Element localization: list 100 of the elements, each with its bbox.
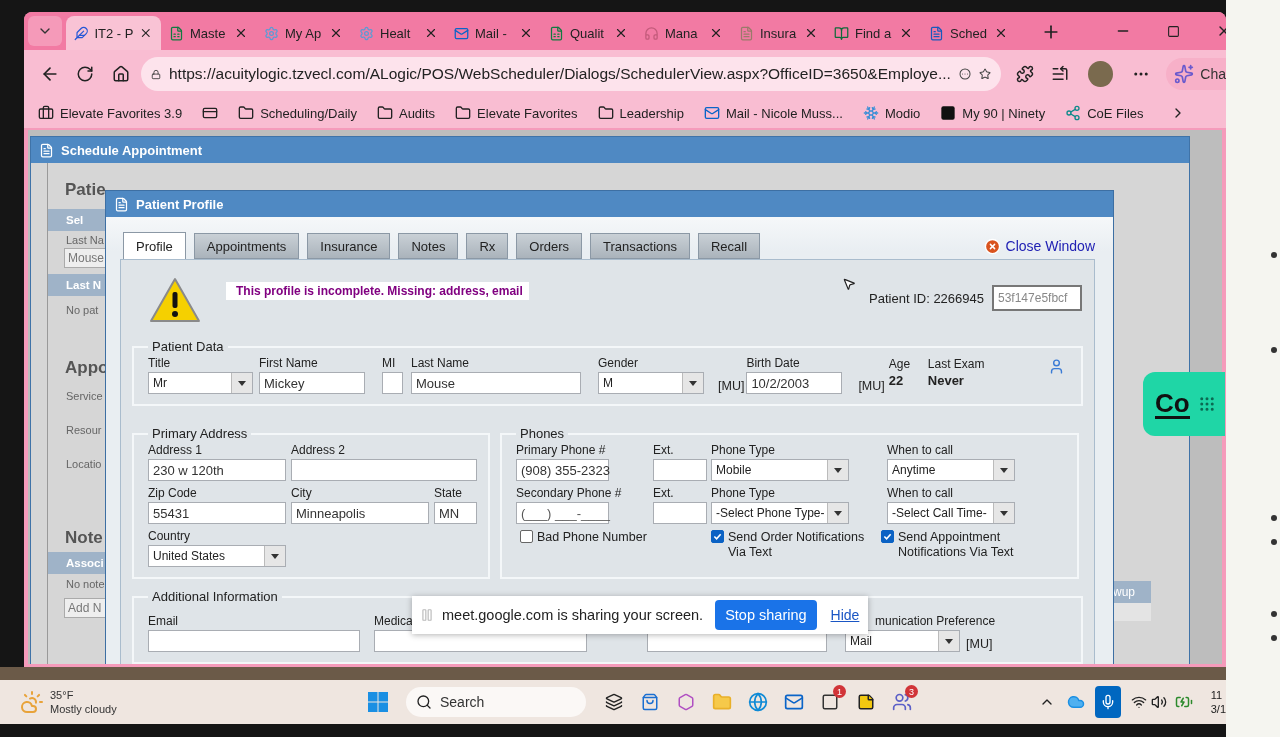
text-field[interactable]: [291, 459, 477, 481]
refresh-icon[interactable]: [76, 65, 95, 83]
close-icon[interactable]: [424, 26, 438, 40]
browser-tab[interactable]: Insura: [731, 16, 826, 50]
dropdown[interactable]: Mr: [148, 372, 253, 394]
dropdown[interactable]: Mobile: [711, 459, 849, 481]
close-icon[interactable]: [994, 26, 1008, 40]
field-label: State: [434, 486, 463, 502]
checkbox[interactable]: [711, 530, 724, 543]
hide-link[interactable]: Hide: [830, 607, 860, 623]
tab[interactable]: Rx: [466, 233, 509, 259]
close-icon[interactable]: [804, 26, 818, 40]
text-field[interactable]: [653, 459, 707, 481]
close-window-link[interactable]: Close Window: [983, 237, 1095, 255]
bookmark[interactable]: Modio: [862, 105, 921, 121]
tab[interactable]: Appointments: [193, 233, 300, 259]
close-icon[interactable]: [709, 26, 723, 40]
layers-icon[interactable]: [605, 693, 623, 711]
favorites-icon[interactable]: [1051, 65, 1070, 83]
text-field[interactable]: Minneapolis: [291, 502, 429, 524]
field-tag: [MU]: [718, 379, 745, 393]
bookmark[interactable]: Leadership: [597, 105, 684, 121]
close-icon[interactable]: [139, 26, 153, 40]
text-field[interactable]: Mouse: [411, 372, 581, 394]
dropdown[interactable]: -Select Phone Type-: [711, 502, 849, 524]
browser-tab[interactable]: Maste: [161, 16, 256, 50]
browser-tab[interactable]: IT2 - P: [66, 16, 161, 50]
bookmark[interactable]: Elevate Favorites 3.9: [38, 105, 183, 121]
checkbox[interactable]: [881, 530, 894, 543]
browser-tab[interactable]: Healt: [351, 16, 446, 50]
close-icon[interactable]: [899, 26, 913, 40]
note-icon[interactable]: [857, 693, 875, 711]
search-icon: [416, 694, 432, 710]
tab[interactable]: Profile: [123, 232, 186, 259]
close-icon[interactable]: [519, 26, 533, 40]
column-header: Sel: [48, 209, 108, 231]
text-field[interactable]: (___) ___-____: [516, 502, 609, 524]
text-field[interactable]: 55431: [148, 502, 286, 524]
volume-icon[interactable]: [1150, 694, 1167, 710]
dialog-title: Schedule Appointment: [61, 142, 203, 158]
maximize-icon[interactable]: [1167, 24, 1180, 38]
browser-tab[interactable]: Mana: [636, 16, 731, 50]
dropdown[interactable]: -Select Call Time-: [887, 502, 1015, 524]
globe-icon[interactable]: [748, 692, 768, 712]
warning-message: This profile is incomplete. Missing: address, email: [226, 282, 529, 300]
tab[interactable]: Orders: [516, 233, 583, 259]
microphone-button[interactable]: [1094, 686, 1121, 718]
puzzle-icon[interactable]: [1015, 65, 1034, 83]
checkbox[interactable]: [520, 530, 533, 543]
bookmark[interactable]: My 90 | Ninety: [940, 105, 1046, 121]
section-legend: Note: [65, 528, 108, 548]
bookmark[interactable]: Audits: [376, 105, 436, 121]
copilot-button[interactable]: Cha: [1166, 58, 1226, 90]
column-header: Last N: [48, 274, 108, 296]
dropdown[interactable]: M: [598, 372, 704, 394]
close-icon[interactable]: [234, 26, 248, 40]
text-field[interactable]: [148, 630, 360, 652]
dropdown[interactable]: United States: [148, 545, 286, 567]
bookmark[interactable]: CoE Files: [1065, 105, 1144, 121]
field-label: Gender: [598, 356, 639, 372]
wifi-icon[interactable]: [1130, 694, 1147, 710]
cloud-icon[interactable]: [1066, 693, 1085, 711]
browser-tab[interactable]: Qualit: [541, 16, 636, 50]
address-bar[interactable]: https://acuitylogic.tzvecl.com/ALogic/POS/WebScheduler/Dialogs/SchedulerView.aspx?OfficeID=3650&Employe...: [140, 57, 1001, 91]
search-field[interactable]: Search: [406, 687, 586, 717]
text-field[interactable]: Mickey: [259, 372, 365, 394]
avatar[interactable]: [1088, 61, 1113, 87]
bookmark[interactable]: Elevate Favorites: [455, 105, 578, 121]
field-label: munication Preference: [875, 614, 996, 630]
floating-widget[interactable]: Co: [1143, 372, 1225, 436]
home-icon[interactable]: [112, 65, 131, 83]
mail-icon[interactable]: [784, 692, 804, 712]
tab[interactable]: Recall: [698, 233, 761, 259]
hexagon-icon[interactable]: [677, 693, 695, 711]
more-icon[interactable]: [958, 65, 971, 83]
text-field[interactable]: MN: [434, 502, 477, 524]
browser-tab[interactable]: Find a: [826, 16, 921, 50]
tab[interactable]: Transactions: [590, 233, 690, 259]
bag-icon[interactable]: [641, 693, 659, 711]
id-field[interactable]: 53f147e5fbcf: [992, 285, 1082, 311]
app-icon[interactable]: [821, 693, 839, 711]
tab[interactable]: Notes: [398, 233, 459, 259]
dropdown[interactable]: Mail: [845, 630, 960, 652]
card-icon[interactable]: [202, 105, 219, 121]
start-icon[interactable]: [368, 692, 388, 712]
tab[interactable]: Insurance: [307, 233, 391, 259]
bookmark[interactable]: Scheduling/Daily: [238, 105, 357, 121]
dropdown[interactable]: Anytime: [887, 459, 1015, 481]
text-field[interactable]: 10/2/2003: [746, 372, 843, 394]
text-field[interactable]: [382, 372, 403, 394]
browser-tab[interactable]: My Ap: [256, 16, 351, 50]
text-field[interactable]: 230 w 120th: [148, 459, 286, 481]
browser-tab[interactable]: Mail -: [446, 16, 541, 50]
bookmark[interactable]: Mail - Nicole Muss...: [703, 105, 843, 121]
stop-sharing-button[interactable]: Stop sharing: [715, 600, 817, 630]
text-field[interactable]: (908) 355-2323: [516, 459, 609, 481]
close-icon[interactable]: [614, 26, 628, 40]
text-field[interactable]: [653, 502, 707, 524]
close-icon[interactable]: [329, 26, 343, 40]
browser-tab[interactable]: Sched: [921, 16, 1016, 50]
